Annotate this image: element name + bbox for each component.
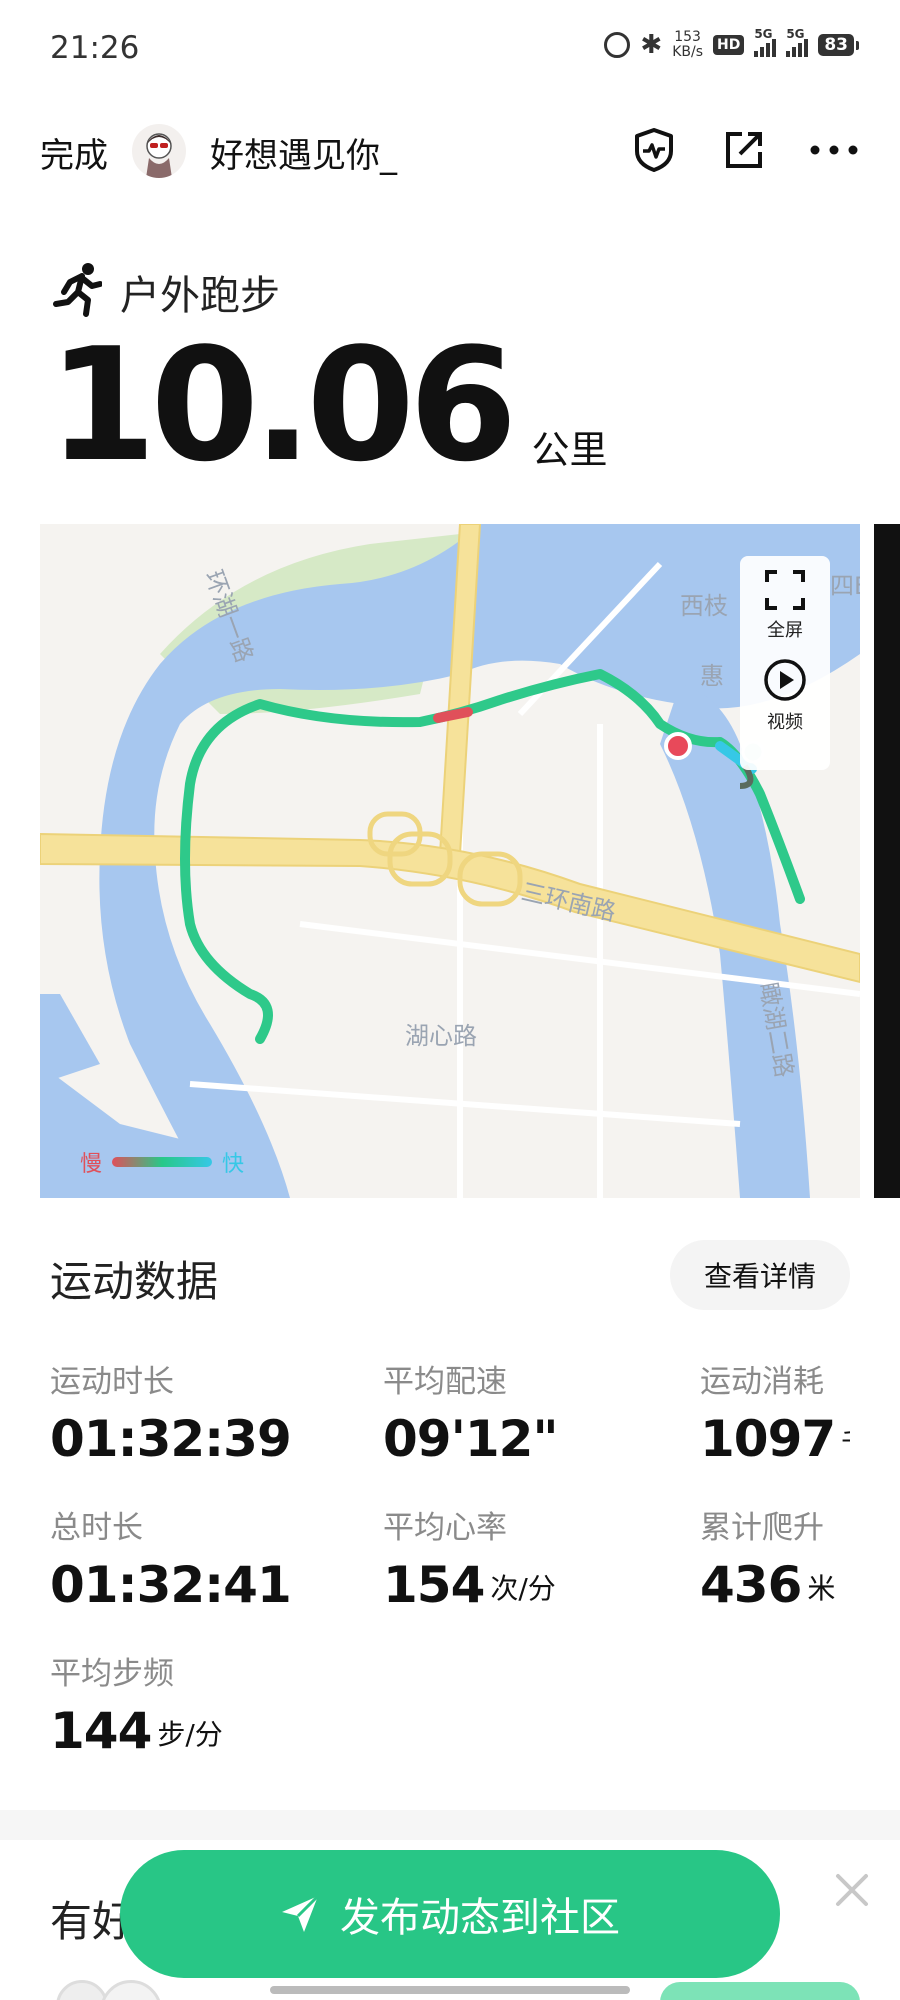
username: 好想遇见你_ <box>210 136 397 176</box>
home-indicator[interactable] <box>270 1986 630 1994</box>
legend-slow: 慢 <box>80 1152 103 1177</box>
stat-total-time: 总时长 01:32:41 <box>50 1510 292 1614</box>
stat-calories: 运动消耗 1097千卡 <box>700 1364 850 1465</box>
distance-unit: 公里 <box>531 428 608 472</box>
friend-avatar-2[interactable] <box>100 1980 162 2000</box>
avatar[interactable] <box>132 124 186 178</box>
map-label-partial: 四E <box>830 572 860 600</box>
map-label-xizhi: 西枝 <box>680 592 728 620</box>
close-icon[interactable] <box>830 1868 874 1912</box>
section-divider <box>0 1810 900 1840</box>
done-button[interactable]: 完成 <box>40 128 108 177</box>
distance-display: 10.06 公里 <box>48 314 608 496</box>
fullscreen-icon <box>765 570 805 610</box>
fullscreen-label: 全屏 <box>767 620 803 641</box>
shield-heart-icon[interactable] <box>628 124 680 176</box>
status-time: 21:26 <box>50 30 140 66</box>
hd-icon: HD <box>712 35 745 55</box>
distance-value: 10.06 <box>48 314 517 496</box>
publish-label: 发布动态到社区 <box>340 1895 620 1941</box>
status-bar: 21:26 ✱ 153 KB/s HD 5G 5G 83 <box>0 0 900 100</box>
legend-gradient <box>112 1157 213 1167</box>
stat-duration: 运动时长 01:32:39 <box>50 1364 292 1468</box>
share-icon[interactable] <box>718 124 770 176</box>
stat-avg-cadence: 平均步频 144 步/分 <box>50 1656 223 1760</box>
network-speed: 153 KB/s <box>672 29 703 60</box>
publish-to-community-button[interactable]: 发布动态到社区 <box>120 1850 780 1978</box>
stat-elevation-gain: 累计爬升 436 米 <box>700 1510 836 1614</box>
friend-avatar[interactable] <box>56 1980 108 2000</box>
stats-title: 运动数据 <box>50 1257 219 1306</box>
play-icon <box>764 659 806 701</box>
signal-icon: 5G <box>754 27 777 57</box>
map-controls: 全屏 视频 <box>740 556 830 770</box>
stat-avg-pace: 平均配速 09'12" <box>383 1364 559 1468</box>
legend-fast: 快 <box>222 1152 245 1177</box>
pace-legend: 慢 快 <box>80 1146 244 1178</box>
map-label-huizhou: 惠 <box>700 662 724 690</box>
map-label-huxin: 湖心路 <box>405 1022 477 1050</box>
next-card-peek[interactable] <box>874 524 900 1198</box>
more-icon[interactable] <box>808 124 860 176</box>
alarm-icon <box>604 32 631 58</box>
running-icon <box>52 262 103 322</box>
send-icon <box>282 1894 320 1932</box>
activity-type: 户外跑步 <box>52 262 280 322</box>
route-map[interactable]: 环湖一路 西枝 惠 四E 三环南路 湖心路 瞰湖二路 全屏 视频 慢 快 <box>40 524 860 1198</box>
route-slow-segment <box>433 707 473 723</box>
signal-icon-2: 5G <box>786 27 809 57</box>
stat-avg-heart-rate: 平均心率 154 次/分 <box>383 1510 556 1614</box>
video-button[interactable]: 视频 <box>763 658 807 734</box>
status-icons: ✱ 153 KB/s HD 5G 5G 83 <box>604 27 859 60</box>
friend-action-button[interactable] <box>660 1982 860 2000</box>
top-nav: 完成 好想遇见你_ <box>0 110 900 190</box>
battery-icon: 83 <box>818 34 859 56</box>
end-marker <box>664 732 692 760</box>
fullscreen-button[interactable]: 全屏 <box>765 570 805 642</box>
bluetooth-icon: ✱ <box>640 30 663 60</box>
view-details-button[interactable]: 查看详情 <box>670 1240 850 1310</box>
activity-label: 户外跑步 <box>120 273 280 319</box>
video-label: 视频 <box>767 712 803 733</box>
